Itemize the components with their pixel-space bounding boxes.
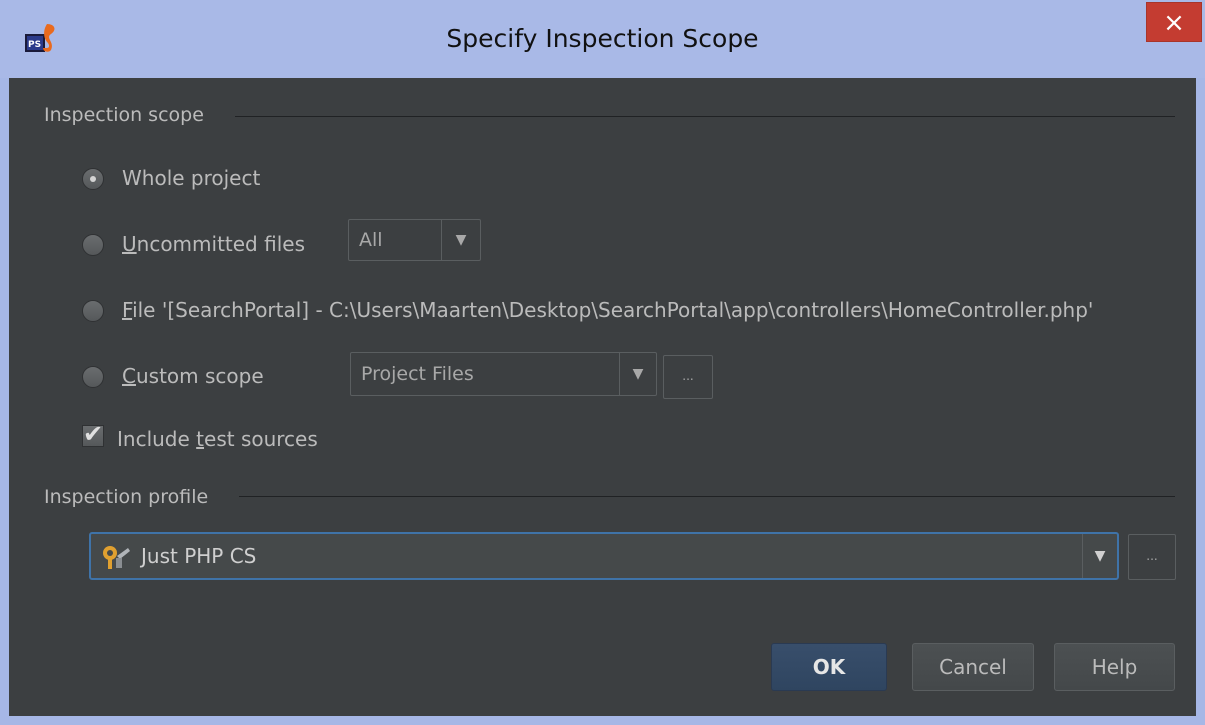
inspection-scope-separator	[235, 116, 1175, 117]
custom-label-text: ustom scope	[135, 364, 264, 388]
custom-scope-label[interactable]: Custom scope	[122, 364, 264, 388]
uncommitted-changelist-combo[interactable]: All ▼	[348, 219, 481, 261]
inspection-profile-combo[interactable]: Just PHP CS ▼	[89, 532, 1119, 580]
uncommitted-mnemonic: U	[122, 232, 137, 256]
title-bar: PS Specify Inspection Scope ×	[0, 0, 1205, 78]
file-label-text: ile '[SearchPortal] - C:\Users\Maarten\D…	[132, 298, 1094, 322]
uncommitted-label-text: ncommitted files	[136, 232, 305, 256]
uncommitted-combo-value: All	[359, 229, 383, 251]
inspection-scope-label: Inspection scope	[44, 104, 204, 126]
uncommitted-files-radio[interactable]	[82, 234, 104, 256]
include-test-sources-label[interactable]: Include test sources	[117, 427, 318, 451]
ok-button[interactable]: OK	[771, 643, 887, 691]
current-file-label[interactable]: File '[SearchPortal] - C:\Users\Maarten\…	[122, 298, 1093, 322]
chevron-down-icon[interactable]: ▼	[441, 220, 480, 260]
dialog-window: PS Specify Inspection Scope × Inspection…	[0, 0, 1205, 725]
include-mnemonic: t	[196, 427, 205, 451]
window-title: Specify Inspection Scope	[446, 24, 759, 53]
inspection-profile-separator	[239, 496, 1175, 497]
uncommitted-files-label[interactable]: Uncommitted files	[122, 232, 305, 256]
inspection-profile-browse-button[interactable]: ...	[1128, 534, 1176, 580]
help-button[interactable]: Help	[1054, 643, 1175, 691]
custom-scope-combo[interactable]: Project Files ▼	[350, 352, 657, 396]
file-mnemonic: F	[122, 298, 133, 322]
wrench-icon	[103, 546, 130, 569]
inspection-profile-label: Inspection profile	[44, 486, 209, 508]
cancel-button[interactable]: Cancel	[912, 643, 1034, 691]
custom-mnemonic: C	[122, 364, 136, 388]
whole-project-label[interactable]: Whole project	[122, 166, 260, 190]
whole-project-radio[interactable]	[82, 168, 104, 190]
inspection-profile-value: Just PHP CS	[141, 544, 257, 568]
include-test-sources-checkbox[interactable]: ✔	[82, 420, 104, 448]
close-button[interactable]: ×	[1146, 2, 1202, 42]
include-label-rest: est sources	[204, 427, 318, 451]
dialog-content: Inspection scope Whole project Uncommitt…	[9, 78, 1196, 716]
custom-scope-radio[interactable]	[82, 366, 104, 388]
custom-scope-browse-button[interactable]: ...	[663, 355, 713, 399]
custom-scope-combo-value: Project Files	[361, 363, 474, 385]
checkmark-icon: ✔	[83, 420, 104, 448]
chevron-down-icon[interactable]: ▼	[1082, 534, 1117, 578]
current-file-radio[interactable]	[82, 300, 104, 322]
chevron-down-icon[interactable]: ▼	[619, 353, 656, 395]
include-label-pre: Include	[117, 427, 197, 451]
